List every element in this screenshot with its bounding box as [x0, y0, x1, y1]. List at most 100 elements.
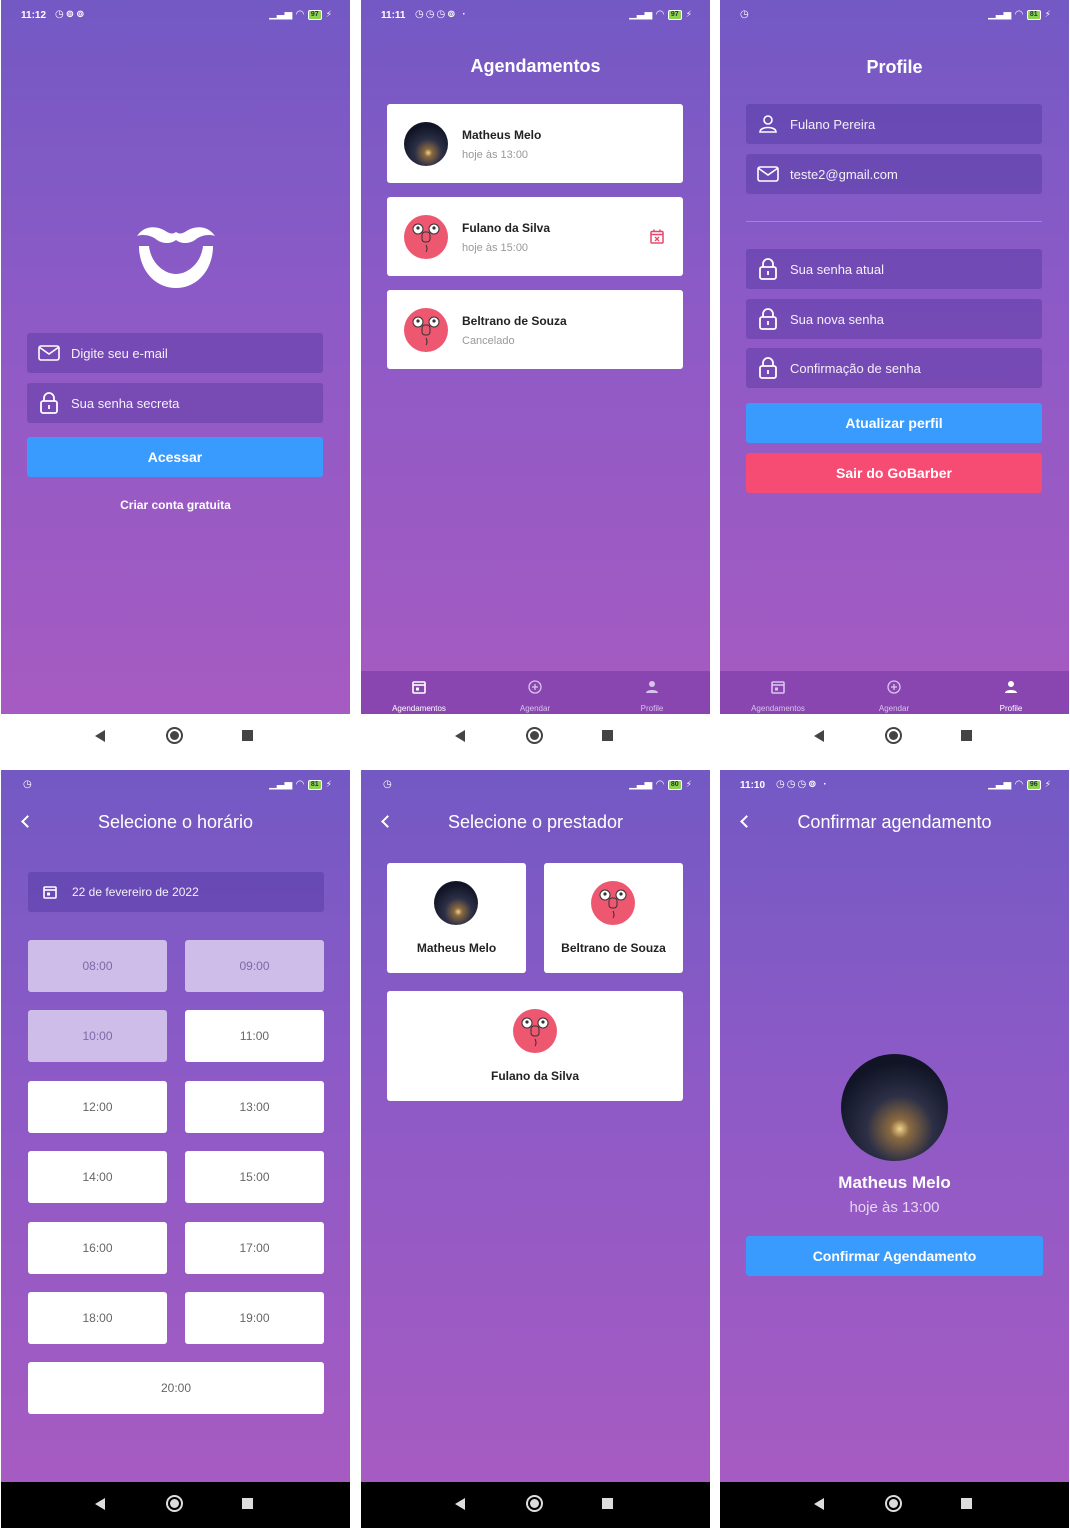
tab-label: Agendamentos	[751, 704, 805, 713]
tab-schedule[interactable]: Agendar	[477, 671, 593, 714]
recents-nav-icon[interactable]	[961, 730, 972, 741]
tab-appointments[interactable]: Agendamentos	[361, 671, 477, 714]
name-field[interactable]: Fulano Pereira	[746, 104, 1042, 144]
time-slot[interactable]: 20:00	[28, 1362, 324, 1414]
appointment-card[interactable]: Beltrano de Souza Cancelado	[387, 290, 683, 369]
home-nav-icon[interactable]	[526, 1495, 543, 1512]
new-password-field[interactable]: Sua nova senha	[746, 299, 1042, 339]
back-nav-icon[interactable]	[455, 1498, 465, 1510]
provider-card[interactable]: Beltrano de Souza	[544, 863, 683, 973]
alarm-icon: ◷	[383, 779, 394, 790]
tab-profile[interactable]: Profile	[594, 671, 710, 714]
tab-schedule[interactable]: Agendar	[836, 671, 952, 714]
recents-nav-icon[interactable]	[602, 730, 613, 741]
provider-avatar	[404, 122, 448, 166]
selected-date: 22 de fevereiro de 2022	[72, 885, 199, 899]
recents-nav-icon[interactable]	[242, 1498, 253, 1509]
provider-card[interactable]: Matheus Melo	[387, 863, 526, 973]
battery-icon: 81	[1026, 9, 1041, 20]
system-nav-bar	[720, 1482, 1069, 1528]
login-button[interactable]: Acessar	[27, 437, 323, 477]
time-slot-unavailable: 09:00	[185, 940, 324, 992]
back-nav-icon[interactable]	[814, 1498, 824, 1510]
cartoon-face-icon	[599, 889, 627, 919]
signal-icon: ▁▃▅	[629, 9, 653, 20]
time-slot[interactable]: 16:00	[28, 1222, 167, 1274]
home-nav-icon[interactable]	[166, 727, 183, 744]
current-password-field[interactable]: Sua senha atual	[746, 249, 1042, 289]
wifi-icon: ◠	[296, 779, 304, 790]
time-slot[interactable]: 15:00	[185, 1151, 324, 1203]
battery-icon: 81	[307, 779, 322, 790]
wifi-icon: ◠	[656, 9, 664, 20]
provider-select-background: ◷ ▁▃▅ ◠ 80 ⚡ Selecione o prestador Mathe…	[361, 770, 710, 1482]
system-nav-bar	[361, 714, 710, 758]
back-nav-icon[interactable]	[455, 730, 465, 742]
date-picker-button[interactable]: 22 de fevereiro de 2022	[28, 872, 324, 912]
time-slot-unavailable: 10:00	[28, 1010, 167, 1062]
appointment-name: Matheus Melo	[462, 128, 542, 142]
recents-nav-icon[interactable]	[602, 1498, 613, 1509]
provider-select-screen: ◷ ▁▃▅ ◠ 80 ⚡ Selecione o prestador Mathe…	[361, 770, 710, 1528]
home-nav-icon[interactable]	[885, 1495, 902, 1512]
home-nav-icon[interactable]	[166, 1495, 183, 1512]
bottom-tab-bar: Agendamentos Agendar Profile	[361, 671, 710, 714]
provider-avatar	[841, 1054, 948, 1161]
update-profile-button[interactable]: Atualizar perfil	[746, 403, 1042, 443]
cartoon-face-icon	[412, 316, 440, 346]
confirm-screen: 11:10 ◷◷◷⊚ · ▁▃▅ ◠ 96 ⚡ Confirmar agenda…	[720, 770, 1069, 1528]
tab-label: Agendamentos	[392, 704, 446, 713]
lock-icon	[746, 258, 790, 280]
battery-icon: 97	[307, 9, 322, 20]
recents-nav-icon[interactable]	[242, 730, 253, 741]
system-nav-bar	[1, 714, 350, 758]
email-field[interactable]: Digite seu e-mail	[27, 333, 323, 373]
status-bar: 11:11 ◷◷◷⊚ · ▁▃▅ ◠ 97 ⚡	[361, 0, 710, 30]
time-slot[interactable]: 14:00	[28, 1151, 167, 1203]
time-slot[interactable]: 17:00	[185, 1222, 324, 1274]
cancel-appointment-icon[interactable]	[650, 229, 664, 244]
password-field[interactable]: Sua senha secreta	[27, 383, 323, 423]
confirm-appointment-button[interactable]: Confirmar Agendamento	[746, 1236, 1043, 1276]
tab-profile[interactable]: Profile	[953, 671, 1069, 714]
user-icon	[746, 115, 790, 133]
logout-button[interactable]: Sair do GoBarber	[746, 453, 1042, 493]
provider-card[interactable]: Fulano da Silva	[387, 991, 683, 1101]
lock-icon	[746, 357, 790, 379]
tab-appointments[interactable]: Agendamentos	[720, 671, 836, 714]
tab-label: Agendar	[519, 704, 551, 713]
time-slot[interactable]: 11:00	[185, 1010, 324, 1062]
appointment-time: hoje às 15:00	[462, 242, 529, 254]
confirm-password-field[interactable]: Confirmação de senha	[746, 348, 1042, 388]
appointment-card[interactable]: Fulano da Silva hoje às 15:00	[387, 197, 683, 276]
status-time: 11:11	[381, 10, 406, 21]
recents-nav-icon[interactable]	[961, 1498, 972, 1509]
email-value: teste2@gmail.com	[790, 166, 898, 182]
signal-icon: ▁▃▅	[629, 779, 653, 790]
back-nav-icon[interactable]	[95, 1498, 105, 1510]
email-field[interactable]: teste2@gmail.com	[746, 154, 1042, 194]
back-nav-icon[interactable]	[95, 730, 105, 742]
status-time: 11:12	[21, 10, 47, 21]
appointments-background: 11:11 ◷◷◷⊚ · ▁▃▅ ◠ 97 ⚡ Agendamentos Mat…	[361, 0, 710, 714]
mail-icon	[746, 166, 790, 182]
home-nav-icon[interactable]	[526, 727, 543, 744]
wifi-icon: ◠	[656, 779, 664, 790]
time-slot[interactable]: 13:00	[185, 1081, 324, 1133]
back-nav-icon[interactable]	[814, 730, 824, 742]
appointment-card[interactable]: Matheus Melo hoje às 13:00	[387, 104, 683, 183]
battery-icon: 80	[667, 779, 682, 790]
time-slot[interactable]: 19:00	[185, 1292, 324, 1344]
status-bar: ◷ ▁▃▅ ◠ 81 ⚡	[1, 770, 350, 800]
notification-icons: ◷◷◷⊚ ·	[415, 9, 468, 20]
home-nav-icon[interactable]	[885, 727, 902, 744]
create-account-link[interactable]: Criar conta gratuita	[1, 498, 350, 512]
confirm-password-placeholder: Confirmação de senha	[790, 360, 921, 376]
plus-circle-icon	[887, 680, 901, 694]
time-slot[interactable]: 18:00	[28, 1292, 167, 1344]
page-title: Profile	[866, 57, 923, 77]
current-password-placeholder: Sua senha atual	[790, 261, 884, 277]
signal-icon: ▁▃▅	[269, 9, 293, 20]
time-slot[interactable]: 12:00	[28, 1081, 167, 1133]
page-title: Selecione o prestador	[447, 812, 624, 832]
